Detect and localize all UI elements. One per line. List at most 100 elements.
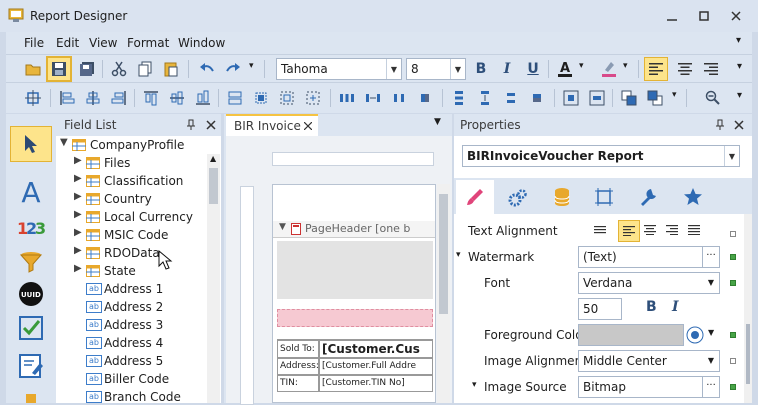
tree-field[interactable]: ab Address 1 — [56, 280, 206, 298]
send-to-back-button[interactable] — [644, 87, 666, 109]
tree-group[interactable]: ▶ Country — [56, 190, 206, 208]
tree-group[interactable]: ▶ RDOData — [56, 244, 206, 262]
menu-format[interactable]: Format — [127, 36, 169, 50]
h-spacing-remove-button[interactable] — [414, 87, 436, 109]
align-to-grid-button[interactable] — [22, 87, 44, 109]
collapse-icon[interactable]: ▼ — [60, 137, 68, 148]
image-source-value[interactable]: Bitmap — [578, 376, 720, 398]
chevron-down-icon[interactable]: ▼ — [703, 351, 719, 371]
v-spacing-remove-button[interactable] — [526, 87, 548, 109]
paste-button[interactable] — [160, 58, 182, 80]
h-spacing-increase-button[interactable] — [362, 87, 384, 109]
text-justify-button[interactable] — [594, 222, 610, 240]
uuid-tool[interactable]: UUID — [10, 276, 52, 312]
pin-icon[interactable] — [186, 119, 196, 131]
scrollbar-thumb[interactable] — [439, 194, 448, 314]
menu-edit[interactable]: Edit — [56, 36, 79, 50]
bring-to-front-button[interactable] — [618, 87, 640, 109]
ellipsis-button[interactable]: ··· — [702, 246, 720, 268]
v-spacing-equal-button[interactable] — [448, 87, 470, 109]
h-spacing-equal-button[interactable] — [336, 87, 358, 109]
designer-scrollbar[interactable] — [437, 184, 450, 403]
tree-group[interactable]: ▶ MSIC Code — [56, 226, 206, 244]
property-marker[interactable] — [730, 280, 736, 286]
highlight-block[interactable] — [277, 309, 433, 327]
align-rights-button[interactable] — [108, 87, 130, 109]
checkbox-tool[interactable] — [10, 310, 52, 346]
expand-icon[interactable]: ▾ — [472, 380, 477, 390]
font-color-dropdown-icon[interactable]: ▾ — [579, 61, 584, 71]
chevron-down-icon[interactable]: ▼ — [724, 146, 739, 166]
star-icon[interactable] — [683, 187, 703, 207]
tree-field[interactable]: ab Address 3 — [56, 316, 206, 334]
italic-button[interactable]: I — [496, 58, 518, 80]
tree-group[interactable]: ▶ Local Currency — [56, 208, 206, 226]
image-alignment-value[interactable]: Middle Center ▼ — [578, 350, 720, 372]
object-selector[interactable]: BIRInvoiceVoucher Report ▼ — [462, 145, 740, 167]
expand-icon[interactable]: ▶ — [74, 155, 82, 166]
same-size-button[interactable] — [276, 87, 298, 109]
align-lefts-button[interactable] — [56, 87, 78, 109]
tree-field[interactable]: ab Address 5 — [56, 352, 206, 370]
rich-text-tool[interactable] — [10, 348, 52, 384]
address-field[interactable]: [Customer.Full Addre — [319, 358, 433, 375]
text-align-justify-button[interactable] — [688, 222, 704, 240]
watermark-value[interactable]: (Text) — [578, 246, 720, 268]
arrange-dropdown-icon[interactable]: ▾ — [672, 90, 677, 100]
font-color-button[interactable]: A — [554, 58, 576, 80]
layout-icon[interactable] — [594, 187, 614, 207]
layout-toolbar-overflow-icon[interactable]: ▾ — [737, 90, 742, 101]
center-vertically-button[interactable] — [586, 87, 608, 109]
expand-icon[interactable]: ▶ — [74, 209, 82, 220]
font-bold-toggle[interactable]: B — [646, 299, 657, 315]
tree-group[interactable]: ▶ Files — [56, 154, 206, 172]
chevron-down-icon[interactable]: ▼ — [703, 273, 719, 293]
tab-list-dropdown-icon[interactable]: ▼ — [434, 117, 441, 127]
redo-dropdown-icon[interactable]: ▾ — [249, 61, 254, 71]
filter-tool[interactable] — [10, 244, 52, 280]
align-right-button[interactable] — [700, 58, 722, 80]
chevron-down-icon[interactable]: ▼ — [386, 59, 401, 79]
property-marker[interactable] — [730, 358, 736, 364]
customer-code-field[interactable]: [Customer.Cus — [319, 340, 433, 358]
tree-group[interactable]: ▶ Classification — [56, 172, 206, 190]
font-value[interactable]: Verdana ▼ — [578, 272, 720, 294]
band-collapse-icon[interactable]: ▼ — [279, 222, 286, 232]
save-button[interactable] — [46, 56, 72, 82]
property-marker[interactable] — [730, 384, 736, 390]
align-center-button[interactable] — [674, 58, 696, 80]
expand-icon[interactable]: ▾ — [456, 250, 461, 260]
minimize-icon[interactable] — [666, 10, 678, 22]
v-spacing-increase-button[interactable] — [474, 87, 496, 109]
menu-view[interactable]: View — [89, 36, 117, 50]
size-to-grid-button[interactable] — [250, 87, 272, 109]
pin-icon[interactable] — [715, 119, 725, 131]
address-label[interactable]: Address: — [277, 358, 319, 375]
tin-field[interactable]: [Customer.TIN No] — [319, 375, 433, 392]
menu-file[interactable]: File — [24, 36, 44, 50]
font-size-combo[interactable]: 8 ▼ — [406, 58, 466, 80]
data-database-icon[interactable] — [553, 187, 571, 207]
ellipsis-button[interactable]: ··· — [702, 376, 720, 398]
h-spacing-decrease-button[interactable] — [388, 87, 410, 109]
tree-field[interactable]: ab Branch Code — [56, 388, 206, 403]
highlight-dropdown-icon[interactable]: ▾ — [623, 61, 628, 71]
behavior-gears-icon[interactable] — [508, 188, 528, 208]
menu-window[interactable]: Window — [178, 36, 225, 50]
text-align-left-button[interactable] — [618, 220, 640, 242]
chevron-down-icon[interactable]: ▼ — [708, 328, 714, 337]
expand-icon[interactable]: ▶ — [74, 173, 82, 184]
foreground-color-swatch[interactable] — [578, 324, 684, 346]
property-marker[interactable] — [730, 254, 736, 260]
align-centers-button[interactable] — [82, 87, 104, 109]
property-marker[interactable] — [730, 231, 736, 237]
tree-field[interactable]: ab Biller Code — [56, 370, 206, 388]
close-icon[interactable] — [734, 120, 744, 130]
highlight-button[interactable] — [598, 58, 620, 80]
redo-button[interactable] — [222, 58, 244, 80]
color-picker-icon[interactable] — [686, 326, 704, 344]
tree-group[interactable]: ▶ State — [56, 262, 206, 280]
tab-bir-invoice[interactable]: BIR Invoice — [226, 114, 318, 136]
tab-appearance[interactable] — [456, 180, 494, 214]
bold-button[interactable]: B — [470, 58, 492, 80]
